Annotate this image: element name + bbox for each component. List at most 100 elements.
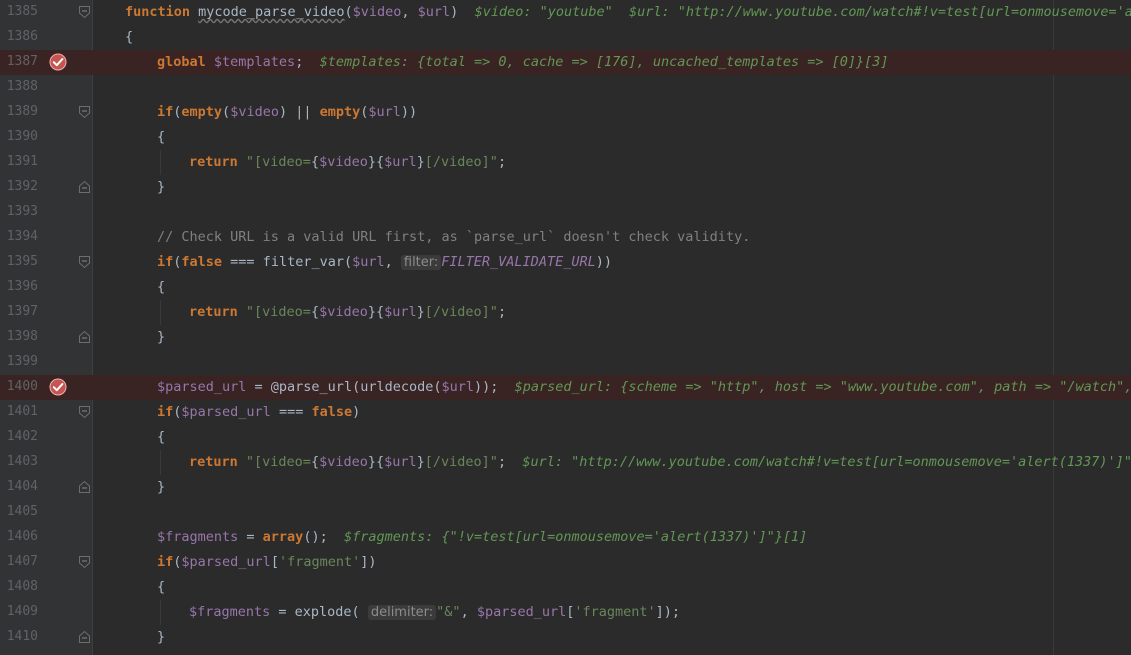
code-line[interactable]: 1409 $fragments = explode( delimiter: "&",…	[0, 600, 1131, 625]
code-line[interactable]: 1389 if(empty($video) || empty($url))	[0, 100, 1131, 125]
verified-breakpoint-icon[interactable]	[49, 53, 67, 71]
gutter-row[interactable]: 1394	[0, 225, 92, 250]
gutter-row[interactable]: 1387	[0, 50, 92, 75]
code-line[interactable]: 1407 if($parsed_url['fragment'])	[0, 550, 1131, 575]
code-line[interactable]: 1410}	[0, 625, 1131, 650]
code-text[interactable]: }	[157, 178, 165, 196]
gutter-row[interactable]: 1401	[0, 400, 92, 425]
string-token: [/video]"	[424, 304, 498, 320]
fold-marker-icon[interactable]	[78, 180, 91, 194]
code-line[interactable]: 1405	[0, 500, 1131, 525]
gutter-row[interactable]: 1396	[0, 275, 92, 300]
line-number: 1410	[6, 629, 38, 644]
code-line-breakpoint[interactable]: 1400 $parsed_url = @parse_url(urldecode($…	[0, 375, 1131, 400]
gutter-row[interactable]: 1410	[0, 625, 92, 650]
gutter-row[interactable]: 1398	[0, 325, 92, 350]
line-number: 1388	[6, 79, 38, 94]
code-line[interactable]: 1393	[0, 200, 1131, 225]
code-line[interactable]: 1395 if(false === filter_var($url, filter…	[0, 250, 1131, 275]
indent-guide	[160, 450, 161, 475]
code-text[interactable]: return "[video={$video}{$url}[/video]";	[189, 153, 506, 171]
code-text[interactable]: {	[157, 578, 165, 596]
code-line[interactable]: 1408 {	[0, 575, 1131, 600]
code-line-breakpoint[interactable]: 1387 global $templates; $templates: {tota…	[0, 50, 1131, 75]
code-text[interactable]: if(false === filter_var($url, filter: FIL…	[157, 253, 612, 272]
gutter-row[interactable]: 1392	[0, 175, 92, 200]
fold-marker-icon[interactable]	[78, 555, 91, 569]
string-token: 'fragment'	[278, 554, 361, 570]
code-text[interactable]: if($parsed_url['fragment'])	[157, 553, 377, 571]
variable-token: $parsed_url	[181, 554, 271, 570]
code-text[interactable]: {	[157, 428, 165, 446]
fold-marker-icon[interactable]	[78, 255, 91, 269]
code-line[interactable]: 1404}	[0, 475, 1131, 500]
fold-marker-icon[interactable]	[78, 405, 91, 419]
gutter-row[interactable]: 1408	[0, 575, 92, 600]
gutter-row[interactable]: 1391	[0, 150, 92, 175]
code-text[interactable]: }	[157, 328, 165, 346]
gutter-row[interactable]: 1395	[0, 250, 92, 275]
code-line[interactable]: 1388	[0, 75, 1131, 100]
gutter-row[interactable]: 1388	[0, 75, 92, 100]
code-text[interactable]: if(empty($video) || empty($url))	[157, 103, 417, 121]
code-text[interactable]: $fragments = explode( delimiter: "&", $pa…	[189, 603, 680, 622]
gutter-row[interactable]: 1385	[0, 0, 92, 25]
fold-marker-icon[interactable]	[78, 630, 91, 644]
gutter-row[interactable]: 1389	[0, 100, 92, 125]
code-text[interactable]: $fragments = array(); $fragments: {"!v=t…	[157, 528, 807, 546]
code-line[interactable]: 1396 {	[0, 275, 1131, 300]
code-text[interactable]: {	[157, 128, 165, 146]
code-text[interactable]: if($parsed_url === false)	[157, 403, 360, 421]
code-text[interactable]: function mycode_parse_video($video, $url…	[125, 3, 1131, 21]
code-line[interactable]: 1394 // Check URL is a valid URL first, a…	[0, 225, 1131, 250]
line-number: 1399	[6, 354, 38, 369]
code-token: }	[416, 154, 425, 170]
keyword-token: if	[157, 104, 174, 120]
gutter-row[interactable]: 1399	[0, 350, 92, 375]
code-line[interactable]: 1391 return "[video={$video}{$url}[/video…	[0, 150, 1131, 175]
code-text[interactable]: return "[video={$video}{$url}[/video]";	[189, 303, 506, 321]
code-line[interactable]: 1403 return "[video={$video}{$url}[/video…	[0, 450, 1131, 475]
fold-marker-icon[interactable]	[78, 105, 91, 119]
gutter-row[interactable]: 1393	[0, 200, 92, 225]
gutter-row[interactable]: 1390	[0, 125, 92, 150]
code-text[interactable]: // Check URL is a valid URL first, as `p…	[157, 228, 750, 246]
gutter-row[interactable]: 1406	[0, 525, 92, 550]
gutter-row[interactable]: 1405	[0, 500, 92, 525]
gutter-row[interactable]: 1402	[0, 425, 92, 450]
fold-marker-icon[interactable]	[78, 330, 91, 344]
gutter-row[interactable]: 1397	[0, 300, 92, 325]
code-line[interactable]: 1406 $fragments = array(); $fragments: {"…	[0, 525, 1131, 550]
code-line[interactable]: 1392}	[0, 175, 1131, 200]
code-line[interactable]: 1399	[0, 350, 1131, 375]
code-line[interactable]: 1402 {	[0, 425, 1131, 450]
code-text[interactable]: {	[157, 278, 165, 296]
gutter-row[interactable]: 1403	[0, 450, 92, 475]
fold-marker-icon[interactable]	[78, 5, 91, 19]
code-token: =	[238, 529, 263, 545]
code-editor[interactable]: 1385 function mycode_parse_video($video, …	[0, 0, 1131, 655]
parameter-hint: delimiter:	[367, 605, 437, 620]
code-line[interactable]: 1386 {	[0, 25, 1131, 50]
code-text[interactable]: return "[video={$video}{$url}[/video]"; …	[189, 453, 1131, 471]
code-text[interactable]: {	[125, 28, 133, 46]
code-text[interactable]: $parsed_url = @parse_url(urldecode($url)…	[157, 378, 1131, 396]
gutter-row[interactable]: 1407	[0, 550, 92, 575]
code-text[interactable]: }	[157, 628, 165, 646]
verified-breakpoint-icon[interactable]	[49, 378, 67, 396]
code-token: {	[310, 454, 320, 470]
code-token: }{	[367, 154, 385, 170]
code-text[interactable]: global $templates; $templates: {total =>…	[157, 53, 889, 71]
code-line[interactable]: 1398}	[0, 325, 1131, 350]
code-line[interactable]: 1401 if($parsed_url === false)	[0, 400, 1131, 425]
code-line[interactable]: 1385 function mycode_parse_video($video, …	[0, 0, 1131, 25]
code-token: ]);	[655, 604, 681, 620]
gutter-row[interactable]: 1400	[0, 375, 92, 400]
fold-marker-icon[interactable]	[78, 480, 91, 494]
gutter-row[interactable]: 1409	[0, 600, 92, 625]
gutter-row[interactable]: 1404	[0, 475, 92, 500]
code-text[interactable]: }	[157, 478, 165, 496]
gutter-row[interactable]: 1386	[0, 25, 92, 50]
code-line[interactable]: 1390 {	[0, 125, 1131, 150]
code-line[interactable]: 1397 return "[video={$video}{$url}[/video…	[0, 300, 1131, 325]
